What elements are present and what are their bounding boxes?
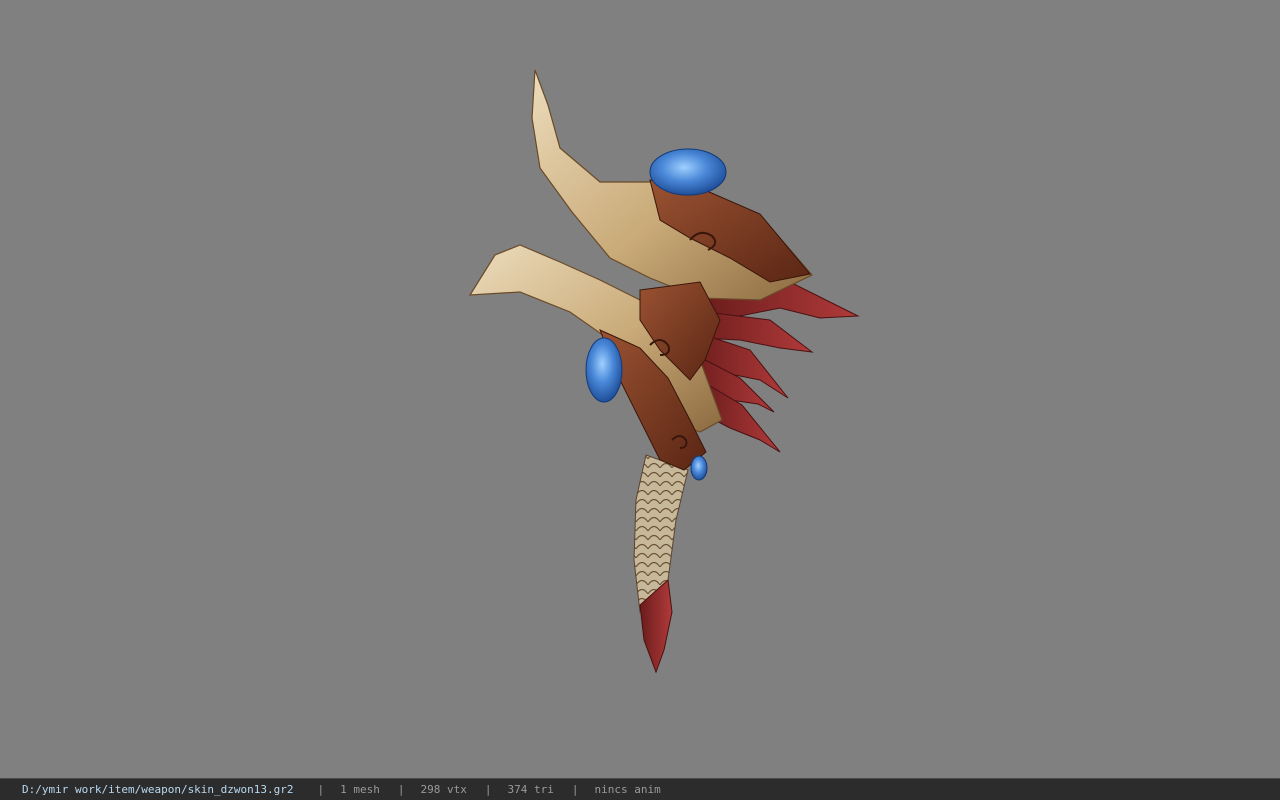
separator: |	[571, 783, 579, 796]
3d-viewport[interactable]	[0, 0, 1280, 778]
mesh-count: 1 mesh	[340, 783, 380, 796]
separator: |	[484, 783, 492, 796]
status-bar: D:/ymir work/item/weapon/skin_dzwon13.gr…	[0, 778, 1280, 800]
animation-status: nincs anim	[594, 783, 661, 796]
weapon-model	[468, 69, 860, 674]
blade-fins	[689, 281, 860, 453]
top-gem	[649, 148, 727, 196]
vertex-count: 298 vtx	[420, 783, 467, 796]
small-gem	[690, 455, 708, 481]
separator: |	[317, 783, 325, 796]
separator: |	[397, 783, 405, 796]
side-gem	[585, 337, 623, 403]
triangle-count: 374 tri	[507, 783, 554, 796]
file-path: D:/ymir work/item/weapon/skin_dzwon13.gr…	[22, 783, 294, 796]
